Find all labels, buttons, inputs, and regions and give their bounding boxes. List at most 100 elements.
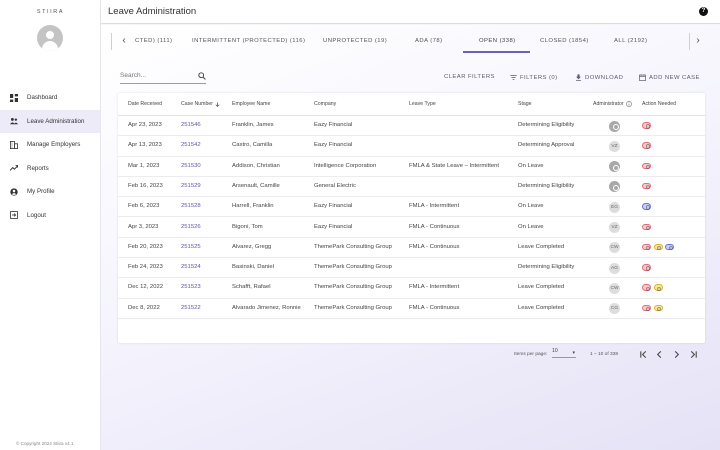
action-needed-yellow-icon[interactable] (653, 284, 663, 291)
tab-intermittent-protected[interactable]: INTERMITTENT (PROTECTED) (116) (192, 38, 305, 44)
filters-button[interactable]: FILTERS (0) (510, 74, 558, 81)
table-row[interactable]: Feb 20, 2023 251525 Alvarez, Gregg ThemePar… (118, 238, 705, 259)
administrator-badge[interactable]: CG (609, 303, 620, 315)
action-needed-yellow-icon[interactable] (653, 304, 663, 312)
action-needed-yellow-icon[interactable] (653, 243, 663, 251)
trend-icon (9, 164, 18, 173)
sidebar-item-my-profile[interactable]: My Profile (0, 180, 100, 204)
cell-case-number[interactable]: 251546 (181, 122, 201, 128)
sidebar-item-leave-administration[interactable]: Leave Administration (0, 109, 100, 133)
cell-case-number[interactable]: 251542 (181, 142, 201, 148)
action-needed-group (642, 122, 651, 130)
pagination-range: 1 – 10 of 338 (590, 352, 619, 357)
items-per-page-select[interactable]: 10 ▾ (552, 348, 576, 358)
add-new-case-button[interactable]: ADD NEW CASE (639, 74, 700, 81)
action-needed-red-icon[interactable] (642, 304, 651, 312)
table-row[interactable]: Feb 24, 2023 251524 Basinski, Daniel ThemeP… (118, 258, 705, 279)
sidebar-item-dashboard[interactable]: Dashboard (0, 86, 100, 110)
column-header-stage[interactable]: Stage (518, 101, 532, 107)
tabs-scroll-left-icon[interactable]: ‹ (119, 36, 129, 46)
sidebar-item-label: Reports (27, 164, 49, 172)
search-field[interactable] (120, 70, 206, 84)
action-needed-group (642, 182, 651, 191)
tab-protected[interactable]: CTED) (111) (135, 38, 172, 44)
action-needed-blue-icon[interactable] (642, 203, 651, 210)
info-icon[interactable] (625, 101, 632, 107)
last-page-button[interactable] (688, 349, 698, 359)
action-needed-red-icon[interactable] (642, 223, 651, 230)
cell-case-number[interactable]: 251522 (181, 305, 201, 311)
column-header-administrator[interactable]: Administrator (593, 101, 632, 107)
cell-employee-name: Basinski, Daniel (232, 264, 274, 271)
administrator-badge[interactable]: AG (609, 262, 620, 274)
previous-page-button[interactable] (654, 349, 664, 359)
chevron-right-icon (674, 350, 679, 358)
administrator-badge[interactable]: VZ (609, 222, 620, 233)
action-needed-red-icon[interactable] (642, 243, 651, 251)
table-row[interactable]: Apr 23, 2023 251546 Franklin, James Eazy Fi… (118, 116, 705, 137)
action-needed-red-icon[interactable] (642, 122, 651, 129)
tab-open[interactable]: OPEN (338) (479, 38, 516, 44)
column-header-employee-name[interactable]: Employee Name (232, 101, 270, 107)
cell-case-number[interactable]: 251524 (181, 264, 201, 270)
cell-date-received: Feb 20, 2023 (128, 243, 163, 250)
tab-closed[interactable]: CLOSED (1854) (540, 38, 589, 44)
table-row[interactable]: Apr 3, 2023 251526 Bigoni, Tom Eazy Financi… (118, 218, 705, 238)
action-needed-red-icon[interactable] (642, 142, 651, 149)
cell-company: Eazy Financial (314, 122, 353, 128)
cell-case-number[interactable]: 251526 (181, 224, 201, 230)
tabs-scroll-right-icon[interactable]: › (693, 36, 703, 46)
building-icon (9, 140, 18, 149)
account-icon (9, 187, 18, 196)
cell-case-number[interactable]: 251525 (181, 244, 201, 250)
action-needed-red-icon[interactable] (642, 182, 651, 190)
table-row[interactable]: Dec 12, 2022 251523 Schafft, Rafael ThemePa… (118, 278, 705, 299)
download-button[interactable]: DOWNLOAD (575, 74, 623, 81)
table-row[interactable]: Feb 16, 2023 251529 Arsenault, Camille Gene… (118, 177, 705, 198)
cell-stage: Determining Approval (518, 142, 575, 149)
administrator-badge[interactable]: EG (609, 201, 620, 213)
cell-case-number[interactable]: 251523 (181, 284, 201, 290)
table-row[interactable]: Apr 13, 2023 251542 Castro, Camilla Eazy Fi… (118, 136, 705, 157)
column-header-case-number[interactable]: Case Number (181, 101, 220, 107)
action-needed-red-icon[interactable] (642, 284, 651, 291)
table-row[interactable]: Mar 1, 2023 251530 Addison, Christian Intel… (118, 157, 705, 177)
action-needed-blue-icon[interactable] (665, 243, 674, 251)
avatar[interactable] (37, 25, 63, 51)
column-header-leave-type[interactable]: Leave Type (409, 101, 436, 107)
cell-case-number[interactable]: 251530 (181, 163, 201, 169)
unassigned-admin-icon[interactable] (609, 181, 620, 193)
sidebar-item-label: Logout (27, 211, 46, 219)
column-header-company[interactable]: Company (314, 101, 336, 107)
action-needed-red-icon[interactable] (642, 162, 651, 170)
administrator-badge[interactable]: VZ (609, 140, 620, 152)
cell-company: ThemePark Consulting Group (314, 243, 392, 250)
action-needed-group (642, 243, 674, 252)
next-page-button[interactable] (671, 349, 681, 359)
help-icon[interactable]: ? (699, 7, 708, 16)
items-per-page-label: Items per page: (514, 352, 548, 357)
administrator-badge[interactable]: CW (609, 282, 620, 294)
table-row[interactable]: Feb 6, 2023 251528 Harrell, Franklin Eazy F… (118, 197, 705, 218)
avatar-head (46, 31, 54, 39)
tab-ada[interactable]: ADA (78) (415, 38, 443, 44)
sidebar-item-reports[interactable]: Reports (0, 157, 100, 181)
tab-all[interactable]: ALL (2192) (614, 38, 647, 44)
administrator-badge[interactable]: CW (609, 242, 620, 254)
column-header-date-received[interactable]: Date Received (128, 101, 162, 107)
clear-filters-button[interactable]: CLEAR FILTERS (444, 74, 495, 80)
column-header-action-needed[interactable]: Action Needed (642, 101, 676, 107)
unassigned-admin-icon[interactable] (609, 161, 620, 173)
sidebar-item-manage-employers[interactable]: Manage Employers (0, 133, 100, 157)
cell-date-received: Feb 16, 2023 (128, 182, 163, 189)
tab-unprotected[interactable]: UNPROTECTED (19) (323, 38, 387, 44)
sidebar-item-logout[interactable]: Logout (0, 204, 100, 228)
cell-case-number[interactable]: 251529 (181, 183, 201, 189)
first-page-button[interactable] (638, 349, 648, 359)
search-input[interactable] (120, 72, 190, 79)
unassigned-admin-icon[interactable] (609, 120, 620, 132)
sidebar-item-label: Dashboard (27, 94, 58, 102)
table-row[interactable]: Dec 8, 2022 251522 Alvarado Jimenez, Ronni… (118, 299, 705, 319)
action-needed-red-icon[interactable] (642, 264, 651, 271)
cell-case-number[interactable]: 251528 (181, 203, 201, 209)
